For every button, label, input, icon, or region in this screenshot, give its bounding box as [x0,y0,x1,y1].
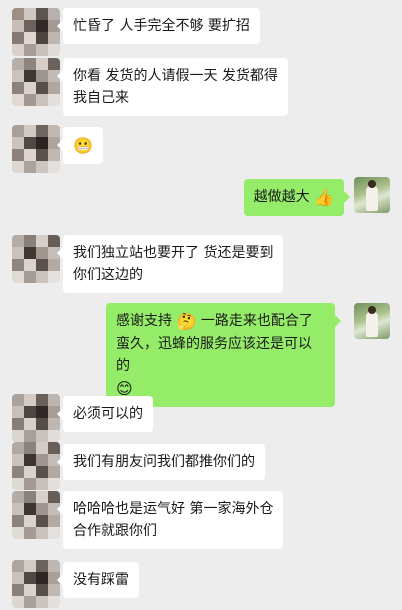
contact-avatar[interactable] [12,394,60,442]
message-text: 感谢支持 [116,313,172,329]
contact-avatar[interactable] [12,442,60,490]
message-bubble-outgoing[interactable]: 感谢支持 🤔 一路走来也配合了 蛮久，迅蜂的服务应该还是可以的 😊 [106,303,341,407]
message-bubble[interactable]: 😬 [57,127,103,164]
grimace-emoji-icon: 😬 [73,136,93,155]
message-text: 没有踩雷 [73,572,129,588]
message-text: 我们独立站也要开了 货还是要到 你们这边的 [73,245,274,283]
message-text: 你看 发货的人请假一天 发货都得 我自己来 [73,68,278,106]
thumbs-up-emoji-icon: 👍 [314,188,334,207]
message-bubble[interactable]: 没有踩雷 [57,562,139,598]
contact-avatar[interactable] [12,235,60,283]
contact-avatar[interactable] [12,8,60,56]
contact-avatar[interactable] [12,491,60,539]
contact-avatar[interactable] [12,560,60,608]
message-bubble[interactable]: 我们有朋友问我们都推你们的 [57,444,265,480]
message-bubble[interactable]: 哈哈哈也是运气好 第一家海外仓 合作就跟你们 [56,491,284,549]
message-bubble-outgoing[interactable]: 越做越大 👍 [243,179,351,216]
message-bubble[interactable]: 忙昏了 人手完全不够 要扩招 [57,8,260,44]
thinking-emoji-icon: 🤔 [176,312,197,331]
my-avatar[interactable] [354,303,390,339]
message-text: 哈哈哈也是运气好 第一家海外仓 合作就跟你们 [73,501,274,539]
message-bubble[interactable]: 必须可以的 [57,396,153,432]
contact-avatar[interactable] [12,125,60,173]
contact-avatar[interactable] [12,58,60,106]
message-text: 我们有朋友问我们都推你们的 [73,454,255,470]
message-bubble[interactable]: 你看 发货的人请假一天 发货都得 我自己来 [57,58,288,116]
message-text: 越做越大 [253,189,310,205]
my-avatar[interactable] [354,177,390,213]
message-text: 忙昏了 人手完全不够 要扩招 [73,18,250,34]
message-text: 必须可以的 [73,406,143,422]
message-bubble[interactable]: 我们独立站也要开了 货还是要到 你们这边的 [56,235,284,293]
